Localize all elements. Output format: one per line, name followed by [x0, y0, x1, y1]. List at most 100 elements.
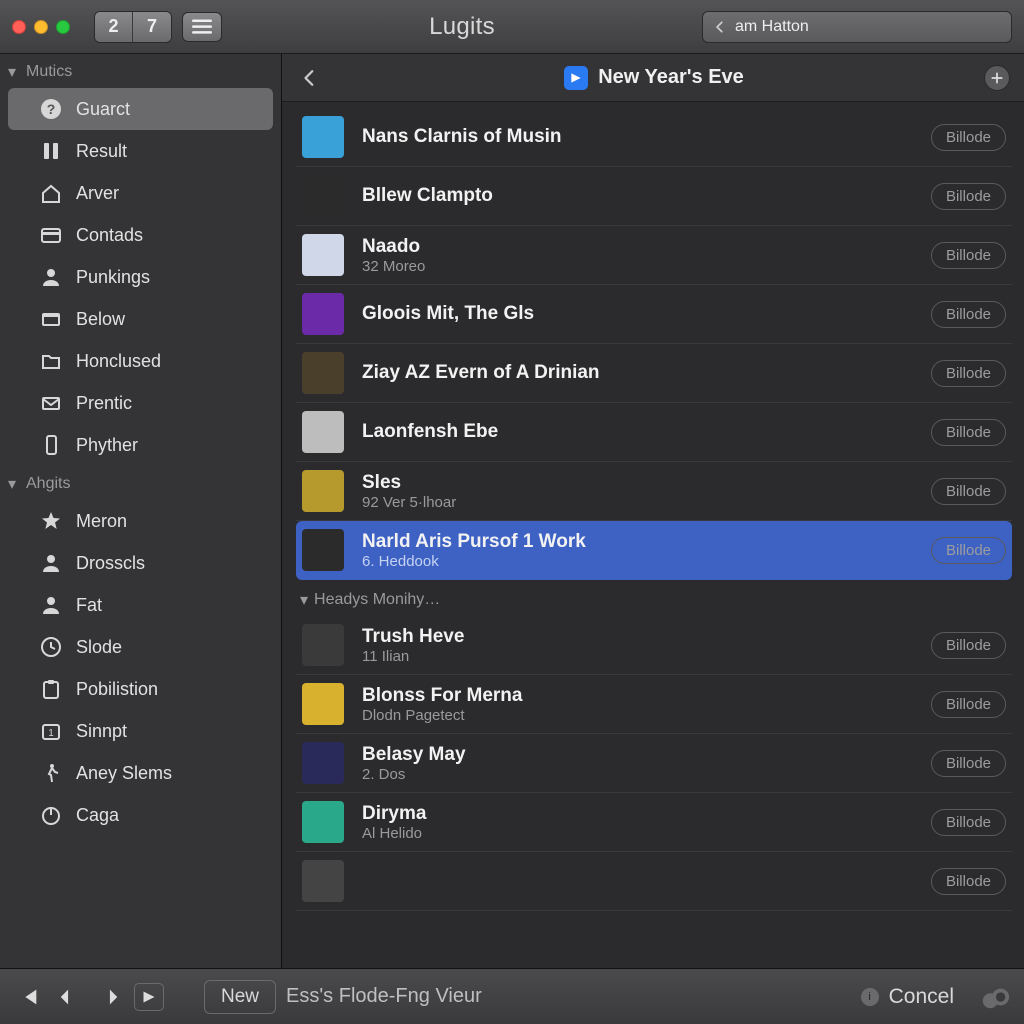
- album-art: [302, 470, 344, 512]
- sidebar-item-label: Caga: [76, 805, 119, 826]
- sidebar-section-label: Mutics: [26, 63, 72, 81]
- track-action-button[interactable]: Billode: [931, 537, 1006, 564]
- next-button[interactable]: [94, 982, 124, 1012]
- clock-icon: [40, 636, 62, 658]
- skip-back-button[interactable]: [14, 982, 44, 1012]
- track-action-button[interactable]: Billode: [931, 632, 1006, 659]
- back-button[interactable]: [296, 64, 324, 92]
- sidebar-item-below[interactable]: Below: [0, 298, 281, 340]
- cancel-button[interactable]: Concel: [889, 985, 954, 1009]
- sidebar-item-caga[interactable]: Caga: [0, 794, 281, 836]
- search-field[interactable]: [702, 11, 1012, 43]
- prev-button[interactable]: [54, 982, 84, 1012]
- track-list[interactable]: Nans Clarnis of MusinBillodeBllew Clampt…: [282, 102, 1024, 968]
- pause-icon: [40, 140, 62, 162]
- track-action-button[interactable]: Billode: [931, 809, 1006, 836]
- track-action-button[interactable]: Billode: [931, 868, 1006, 895]
- sidebar-item-label: Result: [76, 141, 127, 162]
- album-art: [302, 411, 344, 453]
- sidebar-item-meron[interactable]: Meron: [0, 500, 281, 542]
- sidebar-item-guarct[interactable]: ? Guarct: [8, 88, 273, 130]
- track-title: Narld Aris Pursof 1 Work: [362, 531, 913, 553]
- track-row[interactable]: Gloois Mit, The GlsBillode: [296, 285, 1012, 344]
- track-row[interactable]: Nans Clarnis of MusinBillode: [296, 108, 1012, 167]
- track-action-button[interactable]: Billode: [931, 691, 1006, 718]
- close-window-button[interactable]: [12, 20, 26, 34]
- sidebar-item-label: Aney Slems: [76, 763, 172, 784]
- album-art: [302, 352, 344, 394]
- new-button[interactable]: New: [204, 980, 276, 1014]
- track-row[interactable]: Ziay AZ Evern of A DrinianBillode: [296, 344, 1012, 403]
- view-segmented-control: 2 7: [94, 11, 172, 43]
- track-action-button[interactable]: Billode: [931, 301, 1006, 328]
- track-row[interactable]: Trush Heve11 IlianBillode: [296, 616, 1012, 675]
- track-row[interactable]: Billode: [296, 852, 1012, 911]
- chevron-left-icon: [301, 69, 319, 87]
- sidebar-item-arver[interactable]: Arver: [0, 172, 281, 214]
- album-art: [302, 116, 344, 158]
- track-action-button[interactable]: Billode: [931, 478, 1006, 505]
- track-subtitle: 2. Dos: [362, 766, 913, 783]
- sidebar-item-honclused[interactable]: Honclused: [0, 340, 281, 382]
- sidebar-item-label: Slode: [76, 637, 122, 658]
- star-icon: [40, 510, 62, 532]
- add-button[interactable]: [984, 65, 1010, 91]
- sidebar-item-result[interactable]: Result: [0, 130, 281, 172]
- sidebar-item-phyther[interactable]: Phyther: [0, 424, 281, 466]
- playlist-title: New Year's Eve: [598, 66, 744, 89]
- album-art: [302, 293, 344, 335]
- sidebar-item-aney slems[interactable]: Aney Slems: [0, 752, 281, 794]
- segment-right[interactable]: 7: [133, 12, 171, 42]
- track-row[interactable]: Belasy May2. DosBillode: [296, 734, 1012, 793]
- prev-icon: [58, 986, 80, 1008]
- folder-icon: [40, 350, 62, 372]
- sync-icon[interactable]: [980, 982, 1010, 1012]
- sidebar-item-slode[interactable]: Slode: [0, 626, 281, 668]
- track-row[interactable]: Bllew ClamptoBillode: [296, 167, 1012, 226]
- sidebar-item-pobilistion[interactable]: Pobilistion: [0, 668, 281, 710]
- sidebar-item-sinnpt[interactable]: 1Sinnpt: [0, 710, 281, 752]
- sidebar-item-prentic[interactable]: Prentic: [0, 382, 281, 424]
- sidebar-section-header[interactable]: ▾Ahgits: [0, 466, 281, 500]
- track-action-button[interactable]: Billode: [931, 360, 1006, 387]
- svg-text:?: ?: [47, 101, 56, 117]
- track-section-header[interactable]: ▾Headys Monihy…: [296, 580, 1012, 616]
- track-row[interactable]: Sles92 Ver 5·lhoarBillode: [296, 462, 1012, 521]
- track-action-button[interactable]: Billode: [931, 419, 1006, 446]
- sidebar-section-header[interactable]: ▾Mutics: [0, 54, 281, 88]
- album-art: [302, 529, 344, 571]
- sidebar-item-fat[interactable]: Fat: [0, 584, 281, 626]
- track-action-button[interactable]: Billode: [931, 750, 1006, 777]
- playlist-button[interactable]: [134, 982, 164, 1012]
- sidebar-item-label: Punkings: [76, 267, 150, 288]
- sidebar-item-contads[interactable]: Contads: [0, 214, 281, 256]
- track-action-button[interactable]: Billode: [931, 124, 1006, 151]
- search-input[interactable]: [735, 18, 1001, 36]
- sidebar-item-label: Prentic: [76, 393, 132, 414]
- album-art: [302, 175, 344, 217]
- track-action-button[interactable]: Billode: [931, 183, 1006, 210]
- info-icon[interactable]: i: [861, 988, 879, 1006]
- track-row[interactable]: Laonfensh EbeBillode: [296, 403, 1012, 462]
- sidebar-item-label: Guarct: [76, 99, 130, 120]
- sidebar-item-label: Fat: [76, 595, 102, 616]
- track-row[interactable]: DirymaAl HelidoBillode: [296, 793, 1012, 852]
- sidebar-item-label: Sinnpt: [76, 721, 127, 742]
- track-row[interactable]: Blonss For MernaDlodn PagetectBillode: [296, 675, 1012, 734]
- track-subtitle: Dlodn Pagetect: [362, 707, 913, 724]
- now-playing-label: Ess's Flode-Fng Vieur: [286, 985, 482, 1008]
- zoom-window-button[interactable]: [56, 20, 70, 34]
- window-title: Lugits: [232, 13, 692, 41]
- playlist-icon: [134, 983, 164, 1011]
- hamburger-icon: [192, 19, 212, 35]
- segment-left[interactable]: 2: [95, 12, 133, 42]
- track-row[interactable]: Narld Aris Pursof 1 Work6. HeddookBillod…: [296, 521, 1012, 580]
- card-icon: [40, 224, 62, 246]
- track-row[interactable]: Naado32 MoreoBillode: [296, 226, 1012, 285]
- minimize-window-button[interactable]: [34, 20, 48, 34]
- sidebar-item-drosscls[interactable]: Drosscls: [0, 542, 281, 584]
- menu-button[interactable]: [182, 12, 222, 42]
- sidebar-item-punkings[interactable]: Punkings: [0, 256, 281, 298]
- walk-icon: [40, 762, 62, 784]
- track-action-button[interactable]: Billode: [931, 242, 1006, 269]
